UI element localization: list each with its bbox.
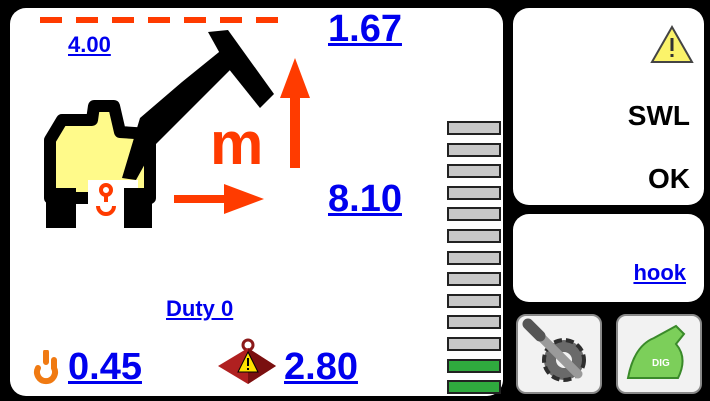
duty-label[interactable]: Duty 0 [166,296,233,322]
hook-panel: hook [513,214,704,302]
load-bar-segment [447,207,501,222]
load-bar-segment [447,121,501,135]
height-arrow-icon [280,58,310,168]
load-bar-segment [447,293,501,308]
dig-mode-icon: DIG [626,324,686,379]
hook-load-value[interactable]: 0.45 [68,346,142,389]
load-bar-segment [447,142,501,157]
radius-arrow-icon [174,184,264,214]
load-bar-segment [447,185,501,200]
load-bar-segment [447,229,501,243]
swl-value[interactable]: 2.80 [284,346,358,389]
settings-gear-icon [522,318,586,382]
settings-button[interactable] [516,314,602,394]
alarm-line-2: OK [648,163,690,194]
dig-mode-button[interactable]: DIG [616,314,702,394]
alarm-line-1: SWL [627,100,690,131]
load-bar-segment [447,315,501,330]
svg-text:DIG: DIG [652,358,670,369]
load-bar-segment [447,272,501,287]
load-bar-segment [447,164,501,179]
height-value[interactable]: 1.67 [328,8,402,51]
hook-label[interactable]: hook [633,260,686,286]
unit-label: m [210,110,264,177]
machine-hook-icon [96,183,116,216]
alarm-panel: SWL OK [513,8,704,205]
load-bar-segment [447,380,501,395]
load-bar-segment [447,337,501,351]
weight-alert-icon [218,338,276,384]
warning-triangle-icon [650,24,694,63]
radius-value[interactable]: 8.10 [328,178,402,221]
load-bar-segment [447,250,501,265]
hook-icon [34,350,58,385]
main-display-panel: 4.00 m 1.67 8.10 Duty 0 0.45 2.80 [10,8,503,396]
load-bar-segment [447,358,501,373]
